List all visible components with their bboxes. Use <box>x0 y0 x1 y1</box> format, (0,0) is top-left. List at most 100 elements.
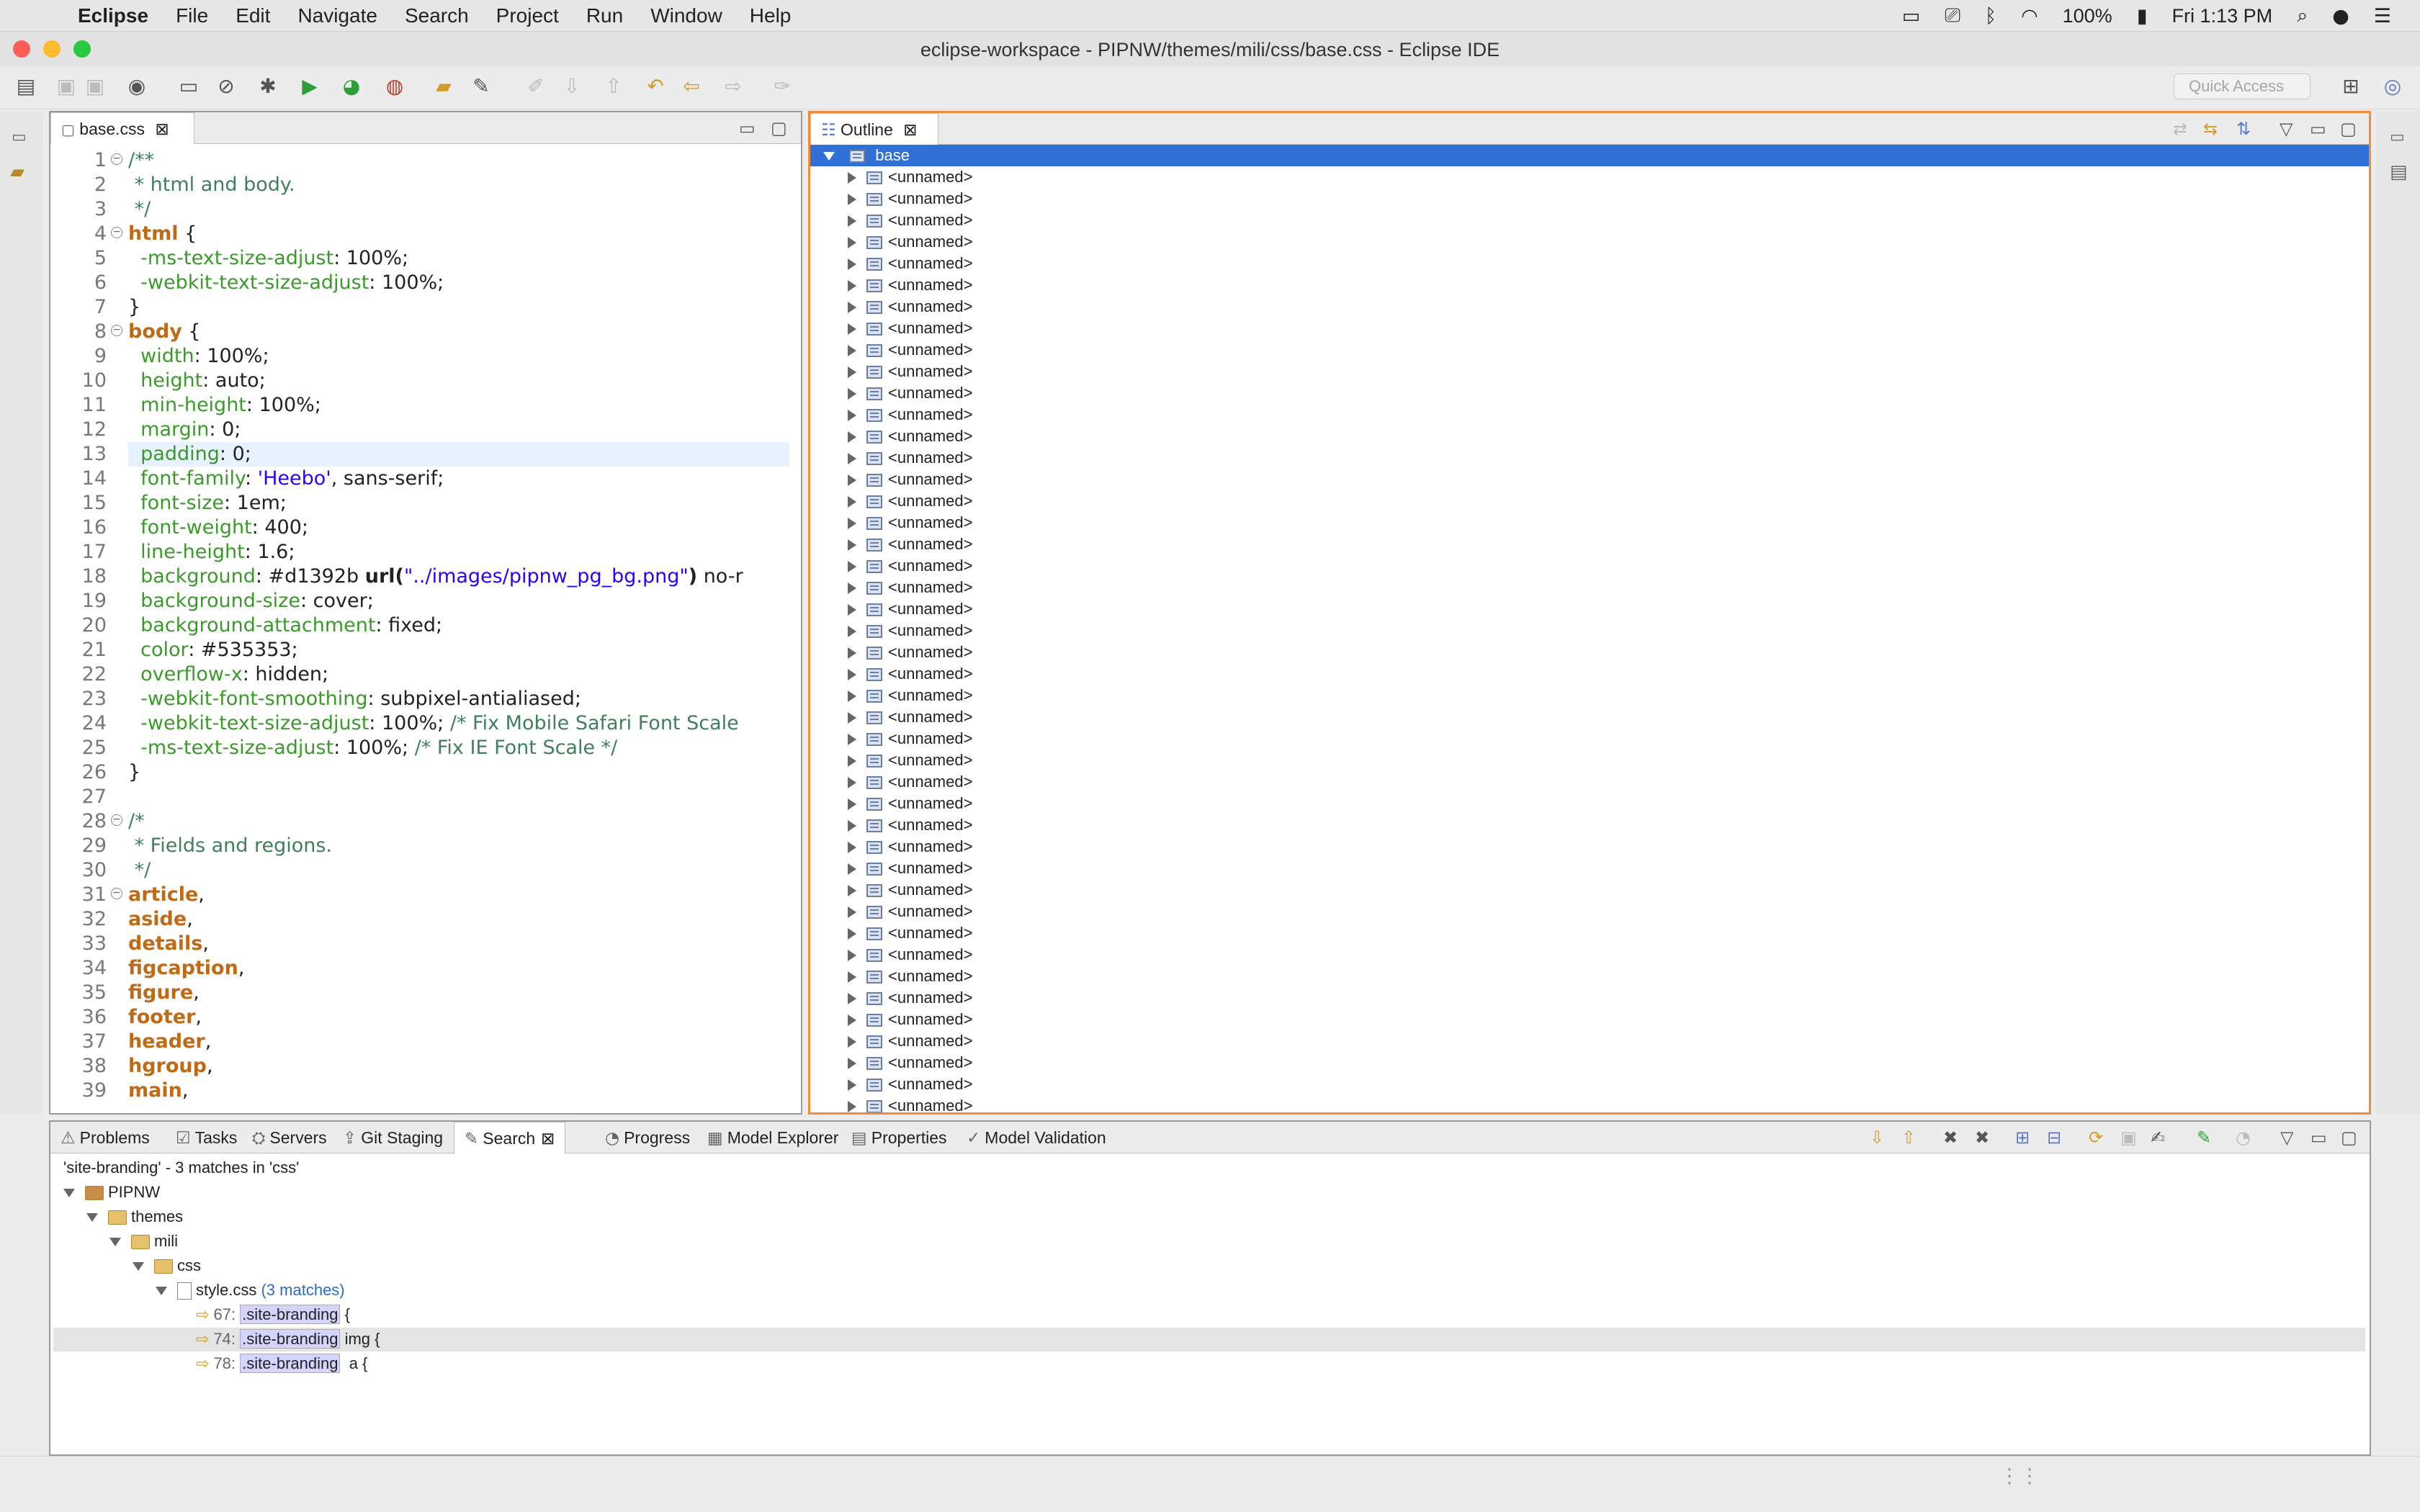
expand-icon[interactable] <box>848 712 856 724</box>
expand-icon[interactable] <box>848 237 856 249</box>
code-line[interactable]: 18 background: #d1392b url("../images/pi… <box>50 564 799 589</box>
outline-item[interactable]: <unnamed> <box>810 1030 972 1052</box>
run-search-again-icon[interactable]: ⟳ <box>2089 1128 2103 1148</box>
menu-navigate[interactable]: Navigate <box>297 4 377 27</box>
expand-icon[interactable] <box>848 669 856 681</box>
code-line[interactable]: 8− body { <box>50 320 799 344</box>
tab-progress[interactable]: ◔ Progress <box>595 1122 700 1153</box>
outline-item[interactable]: <unnamed> <box>810 901 972 922</box>
outline-item[interactable]: <unnamed> <box>810 512 972 534</box>
outline-item[interactable]: <unnamed> <box>810 706 972 728</box>
menu-window[interactable]: Window <box>650 4 722 27</box>
expand-icon[interactable] <box>848 518 856 530</box>
menu-run[interactable]: Run <box>586 4 623 27</box>
code-line[interactable]: 10 height: auto; <box>50 369 799 393</box>
expand-icon[interactable] <box>109 1238 121 1247</box>
search-tree-folder-css[interactable]: css <box>133 1254 201 1277</box>
code-line[interactable]: 16 font-weight: 400; <box>50 516 799 540</box>
minimize-icon[interactable]: ▭ <box>2310 119 2326 139</box>
spotlight-search-icon[interactable]: ⌕ <box>2297 4 2308 27</box>
tab-base-css[interactable]: ▢ base.css ⊠ <box>50 112 194 144</box>
outline-item[interactable]: <unnamed> <box>810 188 972 210</box>
restore-icon[interactable]: ▭ <box>12 128 27 146</box>
open-folder-icon[interactable]: ▰ <box>431 73 457 99</box>
expand-icon[interactable] <box>848 1101 856 1112</box>
outline-item[interactable]: <unnamed> <box>810 210 972 231</box>
debug-icon[interactable]: ✱ <box>255 73 281 99</box>
terminal-icon[interactable]: ▭ <box>176 73 202 99</box>
expand-icon[interactable] <box>848 410 856 422</box>
outline-item[interactable]: <unnamed> <box>810 577 972 598</box>
search-tool-icon[interactable]: ✎ <box>468 73 494 99</box>
outline-item[interactable]: <unnamed> <box>810 231 972 253</box>
code-line[interactable]: 13 padding: 0; <box>50 442 799 467</box>
expand-icon[interactable] <box>848 496 856 508</box>
expand-icon[interactable] <box>848 734 856 746</box>
outline-item[interactable]: <unnamed> <box>810 966 972 987</box>
tab-git-staging[interactable]: ⇪ Git Staging <box>333 1122 453 1153</box>
expand-icon[interactable] <box>848 798 856 811</box>
code-line[interactable]: 36 footer, <box>50 1005 799 1030</box>
code-line[interactable]: 14 font-family: 'Heebo', sans-serif; <box>50 467 799 491</box>
outline-tree[interactable]: base <unnamed> <unnamed> <unnamed> <unnamed… <box>810 145 2369 1112</box>
pin-editor-icon[interactable]: ✑ <box>769 73 795 99</box>
close-tab-icon[interactable]: ⊠ <box>903 114 917 146</box>
pin-search-icon[interactable]: ✎ <box>2197 1128 2211 1148</box>
maximize-icon[interactable]: ▢ <box>771 118 787 138</box>
outline-item[interactable]: <unnamed> <box>810 750 972 771</box>
tab-search[interactable]: ✎ Search ⊠ <box>454 1122 566 1153</box>
code-line[interactable]: 21 color: #535353; <box>50 638 799 662</box>
code-line[interactable]: 23 -webkit-font-smoothing: subpixel-anti… <box>50 687 799 711</box>
open-perspective-icon[interactable]: ⊞ <box>2338 73 2364 99</box>
expand-icon[interactable] <box>848 345 856 357</box>
outline-item[interactable]: <unnamed> <box>810 382 972 404</box>
code-line[interactable]: 25 -ms-text-size-adjust: 100%; /* Fix IE… <box>50 736 799 760</box>
outline-item[interactable]: <unnamed> <box>810 274 972 296</box>
code-line[interactable]: 2 * html and body. <box>50 173 799 197</box>
tab-servers[interactable]: ⛭ Servers <box>242 1122 337 1153</box>
code-line[interactable]: 33 details, <box>50 932 799 956</box>
expand-icon[interactable] <box>848 561 856 573</box>
expand-icon[interactable] <box>848 906 856 919</box>
code-line[interactable]: 32 aside, <box>50 907 799 932</box>
expand-icon[interactable] <box>848 863 856 876</box>
close-tab-icon[interactable]: ⊠ <box>155 114 169 145</box>
search-tree-file[interactable]: style.css (3 matches) <box>156 1279 345 1302</box>
code-line[interactable]: 20 background-attachment: fixed; <box>50 613 799 638</box>
expand-icon[interactable] <box>63 1189 75 1198</box>
outline-item[interactable]: <unnamed> <box>810 361 972 382</box>
minimize-icon[interactable]: ▭ <box>739 118 756 138</box>
code-line[interactable]: 3 */ <box>50 197 799 222</box>
collapse-all-search-icon[interactable]: ⊟ <box>2047 1128 2061 1148</box>
search-match-row[interactable]: ⇨ 67: .site-branding { <box>196 1303 350 1327</box>
code-line[interactable]: 11 min-height: 100%; <box>50 393 799 418</box>
code-editor[interactable]: 1−/** 2 * html and body. 3 */4− html {5 -ms… <box>50 148 799 1103</box>
code-line[interactable]: 24 -webkit-text-size-adjust: 100%; /* Fi… <box>50 711 799 736</box>
menu-project[interactable]: Project <box>496 4 559 27</box>
expand-icon[interactable] <box>848 1014 856 1027</box>
expand-icon[interactable] <box>133 1262 144 1272</box>
expand-icon[interactable] <box>848 647 856 660</box>
expand-icon[interactable] <box>848 950 856 962</box>
expand-icon[interactable] <box>848 1058 856 1070</box>
prev-annotation-icon[interactable]: ⇧ <box>601 73 627 99</box>
code-line[interactable]: 35 figure, <box>50 981 799 1005</box>
expand-icon[interactable] <box>848 626 856 638</box>
search-tree-folder-themes[interactable]: themes <box>86 1205 183 1228</box>
code-line[interactable]: 5 -ms-text-size-adjust: 100%; <box>50 246 799 271</box>
menu-edit[interactable]: Edit <box>236 4 270 27</box>
code-line[interactable]: 12 margin: 0; <box>50 418 799 442</box>
code-line[interactable]: 38 hgroup, <box>50 1054 799 1079</box>
profile-icon[interactable]: ◉ <box>124 73 150 99</box>
code-line[interactable]: 31− article, <box>50 883 799 907</box>
fold-toggle-icon[interactable]: − <box>111 153 122 165</box>
expand-icon[interactable] <box>848 194 856 206</box>
outline-item[interactable]: <unnamed> <box>810 922 972 944</box>
search-tree-folder-mili[interactable]: mili <box>109 1230 178 1253</box>
display-icon[interactable]: ▭ <box>1902 5 1921 27</box>
outline-item[interactable]: <unnamed> <box>810 858 972 879</box>
outline-item[interactable]: <unnamed> <box>810 793 972 814</box>
code-line[interactable]: 28−/* <box>50 809 799 834</box>
expand-icon[interactable] <box>848 172 856 184</box>
outline-item[interactable]: <unnamed> <box>810 1074 972 1095</box>
